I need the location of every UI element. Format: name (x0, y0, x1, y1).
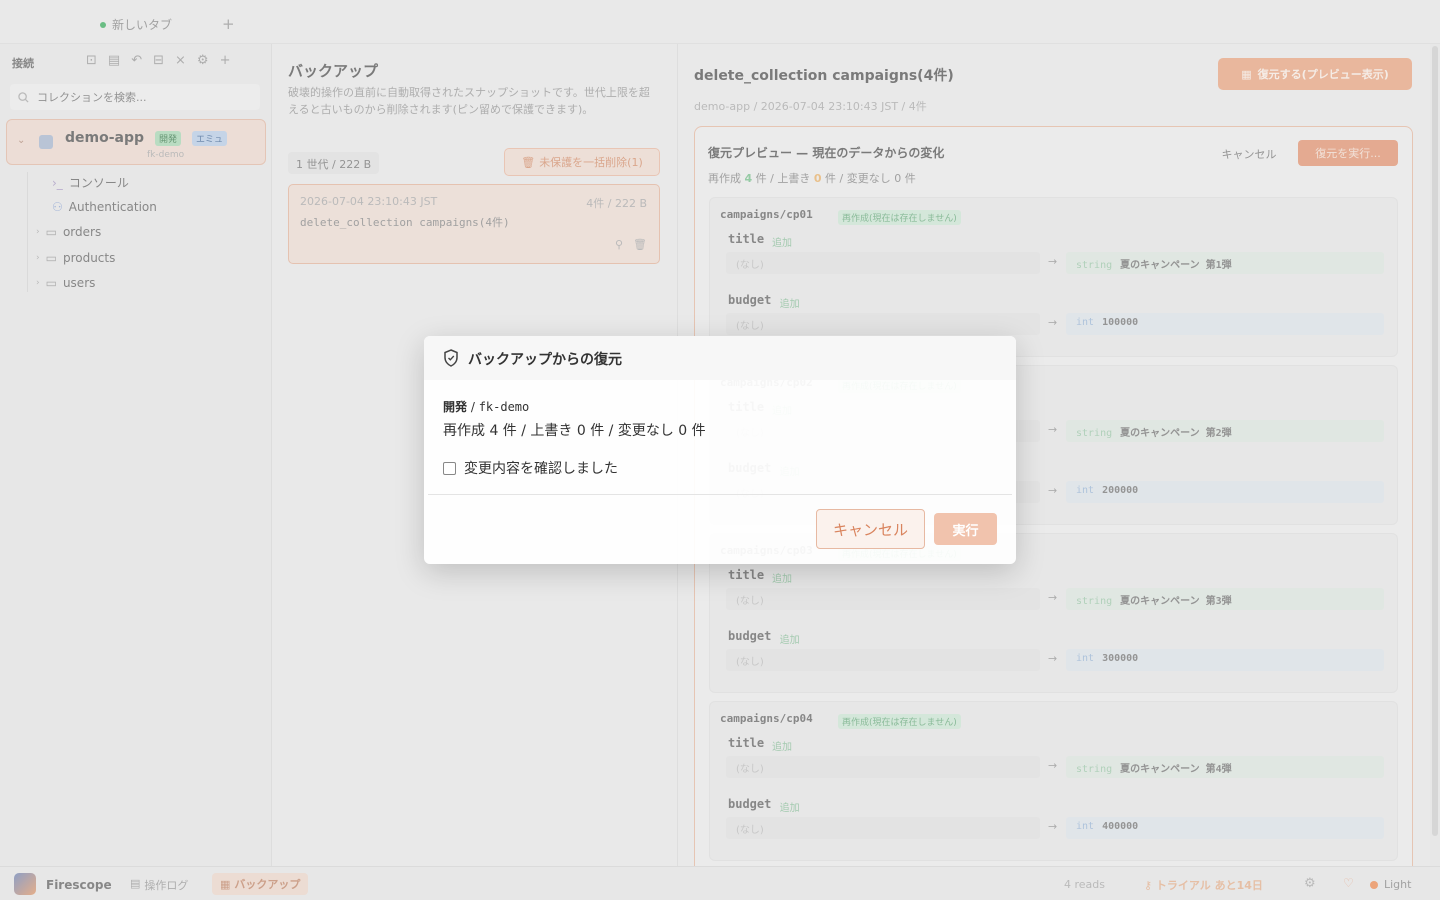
confirm-checkbox[interactable]: 変更内容を確認しました (443, 458, 618, 478)
dialog-summary: 再作成 4 件 / 上書き 0 件 / 変更なし 0 件 (443, 423, 706, 439)
dialog-title: バックアップからの復元 (468, 352, 622, 368)
target-env: 開発 (443, 400, 468, 414)
dialog-cancel-button[interactable]: キャンセル (816, 509, 925, 549)
dialog-target: 開発 / fk-demo (443, 400, 530, 414)
shield-icon (444, 349, 458, 367)
dialog-execute-button[interactable]: 実行 (934, 513, 997, 545)
dialog-divider (428, 494, 1012, 495)
dialog-header: バックアップからの復元 (424, 336, 1016, 380)
restore-dialog: バックアップからの復元 開発 / fk-demo 再作成 4 件 / 上書き 0… (424, 336, 1016, 564)
confirm-label: 変更内容を確認しました (464, 461, 618, 477)
checkbox-icon[interactable] (443, 461, 456, 475)
target-project: fk-demo (478, 400, 530, 414)
